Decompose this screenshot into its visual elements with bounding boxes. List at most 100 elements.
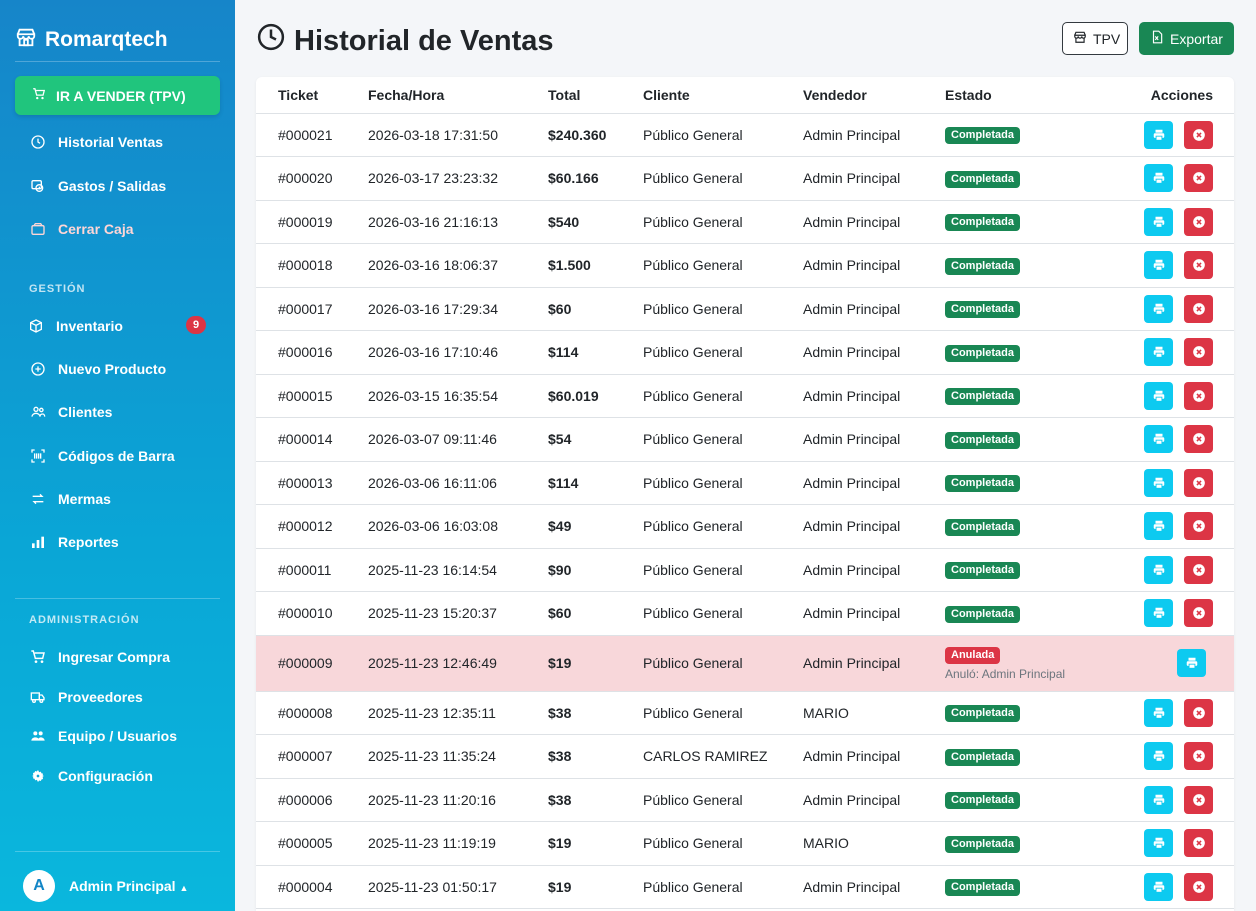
status-badge: Completada [945, 431, 1020, 449]
store-icon [1073, 30, 1087, 47]
cancel-sale-button[interactable] [1184, 829, 1213, 858]
ticket-cell: #000021 [256, 113, 368, 157]
actions-cell [1105, 691, 1234, 735]
cancel-sale-button[interactable] [1184, 207, 1213, 236]
sidebar-item-equipo[interactable]: Equipo / Usuarios [30, 724, 177, 748]
sidebar-item-codigos-barra[interactable]: Códigos de Barra [30, 444, 175, 468]
printer-icon [1152, 171, 1166, 185]
cancel-sale-button[interactable] [1184, 425, 1213, 454]
close-circle-icon [1192, 749, 1206, 763]
ticket-cell: #000004 [256, 865, 368, 909]
client-cell: Público General [643, 504, 803, 549]
cancel-sale-button[interactable] [1184, 338, 1213, 367]
table-row: #000018 2026-03-16 18:06:37 $1.500 Público … [256, 243, 1234, 288]
close-circle-icon [1192, 706, 1206, 720]
print-button[interactable] [1144, 294, 1173, 323]
status-badge: Completada [945, 748, 1020, 766]
status-cell: Completada [945, 865, 1105, 909]
ticket-cell: #000008 [256, 691, 368, 735]
print-button[interactable] [1144, 829, 1173, 858]
sidebar-item-label: Historial Ventas [58, 134, 164, 150]
table-row: #000016 2026-03-16 17:10:46 $114 Público Ge… [256, 330, 1234, 375]
cancel-sale-button[interactable] [1184, 742, 1213, 771]
print-button[interactable] [1144, 742, 1173, 771]
total-cell: $60 [548, 287, 643, 331]
user-name: Admin Principal ▲ [69, 878, 189, 894]
sidebar-item-ingresar-compra[interactable]: Ingresar Compra [30, 645, 170, 669]
sidebar-item-proveedores[interactable]: Proveedores [30, 685, 143, 709]
sidebar-item-configuracion[interactable]: Configuración [30, 764, 153, 788]
datetime-cell: 2026-03-06 16:11:06 [368, 461, 548, 505]
cancel-sale-button[interactable] [1184, 294, 1213, 323]
cancel-sale-button[interactable] [1184, 872, 1213, 901]
actions-cell [1105, 330, 1234, 375]
print-button[interactable] [1144, 785, 1173, 814]
sidebar-item-gastos[interactable]: Gastos / Salidas [30, 174, 166, 198]
print-button[interactable] [1144, 872, 1173, 901]
go-sell-button[interactable]: IR A VENDER (TPV) [15, 76, 220, 115]
print-button[interactable] [1144, 468, 1173, 497]
print-button[interactable] [1144, 251, 1173, 280]
sidebar-item-label: Códigos de Barra [58, 448, 175, 464]
cancel-sale-button[interactable] [1184, 381, 1213, 410]
sidebar-item-mermas[interactable]: Mermas [30, 487, 111, 511]
total-cell: $38 [548, 734, 643, 779]
cancel-sale-button[interactable] [1184, 785, 1213, 814]
table-row: #000014 2026-03-07 09:11:46 $54 Público Gen… [256, 417, 1234, 462]
print-button[interactable] [1144, 207, 1173, 236]
column-header: Vendedor [803, 77, 945, 114]
datetime-cell: 2026-03-07 09:11:46 [368, 417, 548, 462]
cancel-sale-button[interactable] [1184, 599, 1213, 628]
cancel-sale-button[interactable] [1184, 164, 1213, 193]
print-button[interactable] [1144, 512, 1173, 541]
actions-cell [1105, 287, 1234, 331]
table-row: #000013 2026-03-06 16:11:06 $114 Público Ge… [256, 461, 1234, 505]
sidebar-item-label: Configuración [58, 768, 153, 784]
print-button[interactable] [1144, 120, 1173, 149]
cancel-sale-button[interactable] [1184, 698, 1213, 727]
datetime-cell: 2026-03-16 21:16:13 [368, 200, 548, 244]
sidebar-item-reportes[interactable]: Reportes [30, 530, 119, 554]
print-button[interactable] [1144, 698, 1173, 727]
client-cell: Público General [643, 156, 803, 201]
tpv-button[interactable]: TPV [1062, 22, 1128, 55]
cancel-sale-button[interactable] [1184, 120, 1213, 149]
print-button[interactable] [1144, 425, 1173, 454]
sidebar-item-inventario[interactable]: Inventario [28, 314, 123, 338]
print-button[interactable] [1144, 599, 1173, 628]
box-icon [30, 221, 46, 237]
sidebar-item-clientes[interactable]: Clientes [30, 400, 112, 424]
section-administracion: ADMINISTRACIÓN [29, 614, 140, 626]
status-badge: Completada [945, 257, 1020, 275]
ticket-cell: #000009 [256, 635, 368, 692]
print-button[interactable] [1177, 649, 1206, 677]
close-circle-icon [1192, 258, 1206, 272]
plus-circle-icon [30, 361, 46, 377]
close-circle-icon [1192, 128, 1206, 142]
printer-icon [1152, 389, 1166, 403]
cancel-sale-button[interactable] [1184, 251, 1213, 280]
cancel-sale-button[interactable] [1184, 512, 1213, 541]
brand[interactable]: Romarqtech [0, 0, 235, 61]
export-button[interactable]: Exportar [1139, 22, 1234, 55]
ticket-cell: #000012 [256, 504, 368, 549]
total-cell: $60 [548, 591, 643, 636]
cancel-sale-button[interactable] [1184, 468, 1213, 497]
total-cell: $540 [548, 200, 643, 244]
status-cell: Completada [945, 156, 1105, 201]
sidebar-item-nuevo-producto[interactable]: Nuevo Producto [30, 357, 166, 381]
print-button[interactable] [1144, 555, 1173, 584]
user-menu[interactable]: A Admin Principal ▲ [23, 870, 188, 902]
actions-cell [1105, 778, 1234, 822]
status-badge: Completada [945, 705, 1020, 723]
cancel-sale-button[interactable] [1184, 555, 1213, 584]
printer-icon [1152, 258, 1166, 272]
printer-icon [1152, 880, 1166, 894]
print-button[interactable] [1144, 164, 1173, 193]
sidebar-item-cerrar-caja[interactable]: Cerrar Caja [30, 217, 134, 241]
table-header-row: Ticket Fecha/Hora Total Cliente Vendedor… [256, 77, 1234, 114]
print-button[interactable] [1144, 381, 1173, 410]
print-button[interactable] [1144, 338, 1173, 367]
seller-cell: MARIO [803, 821, 945, 866]
sidebar-item-historial[interactable]: Historial Ventas [30, 130, 163, 154]
